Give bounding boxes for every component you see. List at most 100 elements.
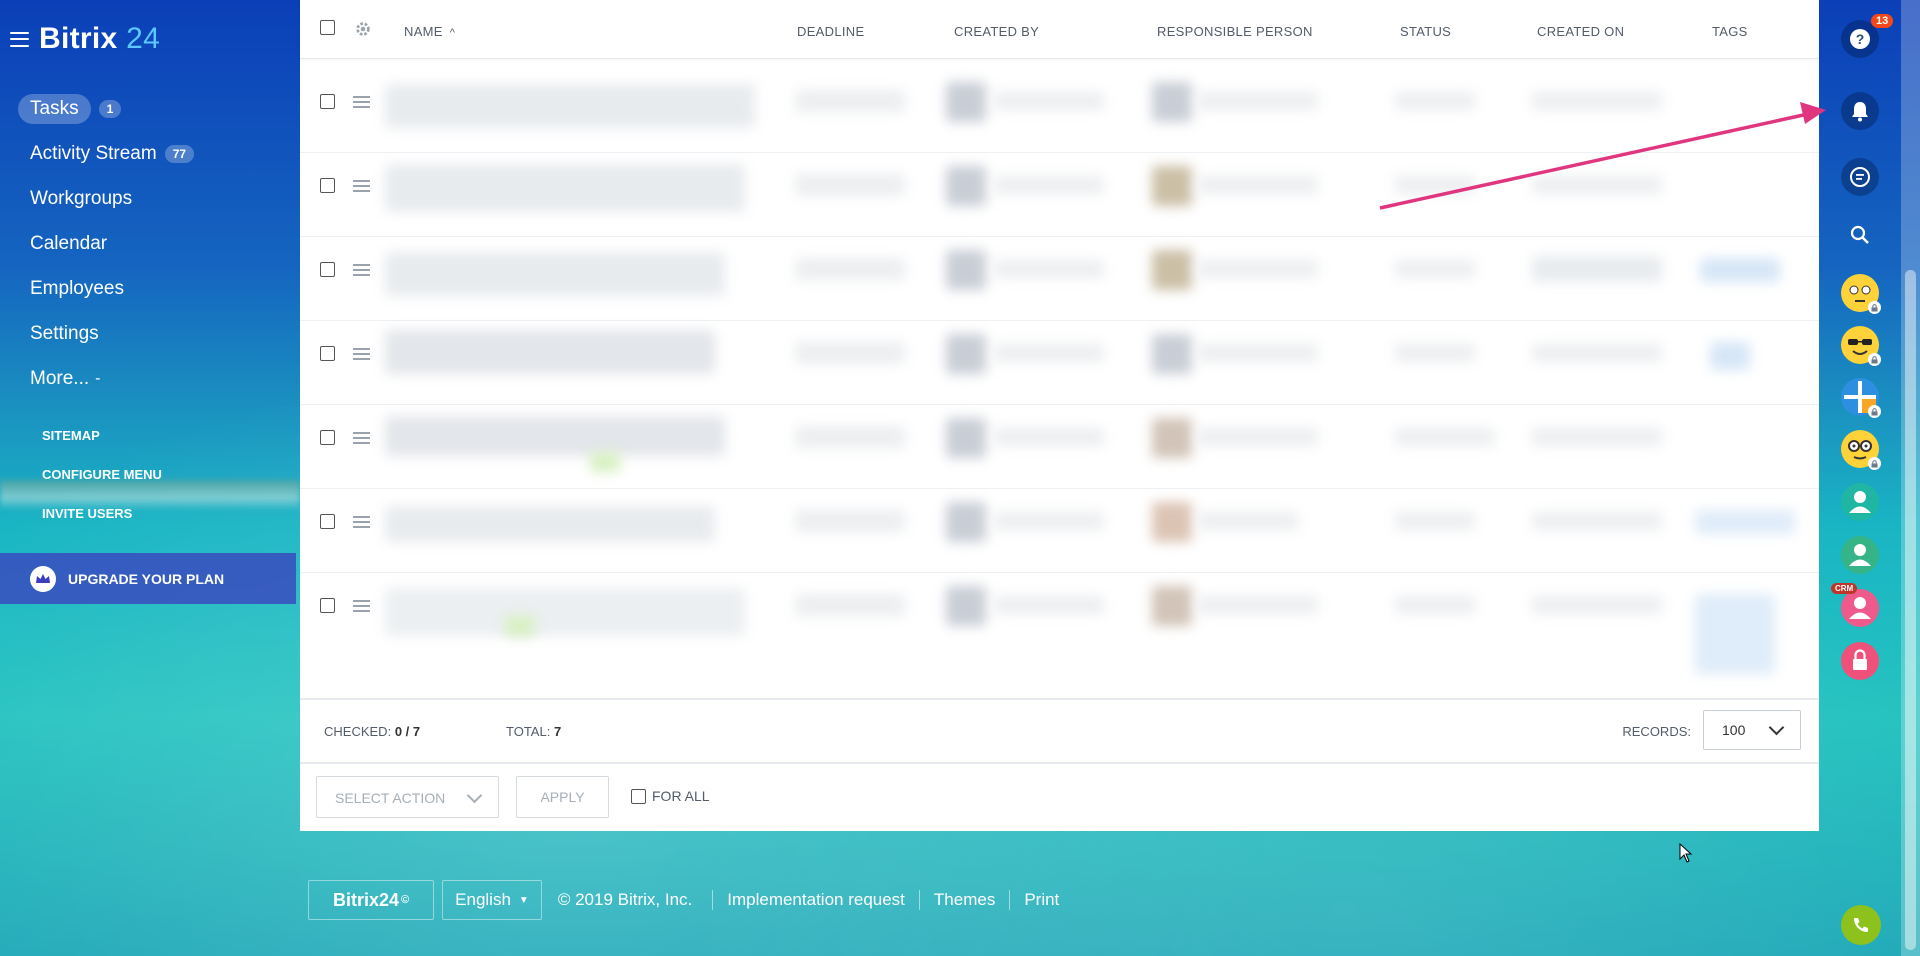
implementation-request-link[interactable]: Implementation request xyxy=(712,890,919,910)
chat-icon xyxy=(1850,167,1870,187)
lock-icon xyxy=(1853,649,1867,670)
search-button[interactable] xyxy=(1841,216,1879,254)
row-name-blurred xyxy=(385,506,715,542)
column-deadline[interactable]: DEADLINE xyxy=(797,24,864,39)
invite-users-link[interactable]: INVITE USERS xyxy=(42,506,162,545)
column-created-by[interactable]: CREATED BY xyxy=(954,24,1039,39)
row-checkbox[interactable] xyxy=(320,94,335,109)
table-row[interactable] xyxy=(300,572,1819,690)
menu-item-settings[interactable]: Settings xyxy=(30,311,194,356)
row-name-blurred xyxy=(385,252,725,296)
avatar[interactable]: CRM xyxy=(1831,583,1879,627)
themes-link[interactable]: Themes xyxy=(918,890,1009,910)
caret-down-icon: ▼ xyxy=(518,894,529,906)
logo-number: 24 xyxy=(126,22,161,55)
user-icon xyxy=(1849,491,1871,513)
drag-handle-icon[interactable] xyxy=(353,432,370,444)
print-link[interactable]: Print xyxy=(1009,890,1073,910)
row-creator-blurred xyxy=(994,596,1104,614)
messenger-button[interactable] xyxy=(1841,158,1879,196)
avatar xyxy=(1152,418,1192,458)
column-name[interactable]: NAME ^ xyxy=(404,24,455,39)
scrollbar-thumb[interactable] xyxy=(1905,270,1916,950)
column-responsible-person[interactable]: RESPONSIBLE PERSON xyxy=(1157,24,1313,39)
menu-item-tasks[interactable]: Tasks 1 xyxy=(18,86,194,131)
row-created-on-blurred xyxy=(1532,176,1662,194)
avatar[interactable] xyxy=(1841,642,1879,680)
table-row[interactable] xyxy=(300,404,1819,489)
menu-item-activity-stream[interactable]: Activity Stream 77 xyxy=(30,131,195,176)
avatar xyxy=(1152,502,1192,542)
drag-handle-icon[interactable] xyxy=(353,180,370,192)
crown-icon xyxy=(30,565,56,592)
page-scrollbar[interactable] xyxy=(1901,0,1920,956)
menu-toggle-icon[interactable] xyxy=(10,31,29,47)
drag-handle-icon[interactable] xyxy=(353,264,370,276)
sitemap-link[interactable]: SITEMAP xyxy=(42,428,162,467)
tasks-grid: NAME ^ DEADLINE CREATED BY RESPONSIBLE P… xyxy=(300,0,1819,831)
row-responsible-blurred xyxy=(1198,344,1318,362)
notification-badge: 13 xyxy=(1871,14,1894,28)
chevron-down-icon xyxy=(466,787,483,804)
logo[interactable]: Bitrix 24 xyxy=(39,22,160,56)
column-created-on[interactable]: CREATED ON xyxy=(1537,24,1624,39)
row-checkbox[interactable] xyxy=(320,262,335,277)
drag-handle-icon[interactable] xyxy=(353,516,370,528)
menu-counter: 1 xyxy=(98,99,122,118)
row-deadline-blurred xyxy=(795,426,905,448)
column-status[interactable]: STATUS xyxy=(1400,24,1451,39)
notifications-button[interactable] xyxy=(1841,92,1879,130)
avatar xyxy=(946,586,986,626)
for-all-checkbox[interactable] xyxy=(631,788,646,804)
records-per-page-select[interactable]: 100 xyxy=(1703,710,1801,750)
configure-menu-link[interactable]: CONFIGURE MENU xyxy=(42,467,162,506)
column-name-label: NAME xyxy=(404,24,443,39)
right-sidebar: ? 13 CRM xyxy=(1819,0,1901,956)
drag-handle-icon[interactable] xyxy=(353,600,370,612)
select-all-checkbox[interactable] xyxy=(320,20,335,35)
row-responsible-blurred xyxy=(1198,176,1318,194)
avatar[interactable] xyxy=(1841,326,1881,366)
table-row[interactable] xyxy=(300,320,1819,405)
language-selector[interactable]: English ▼ xyxy=(442,880,542,920)
row-status-blurred xyxy=(1395,92,1475,110)
table-row[interactable] xyxy=(300,68,1819,153)
row-checkbox[interactable] xyxy=(320,514,335,529)
total-label: TOTAL: xyxy=(506,724,551,739)
menu-item-employees[interactable]: Employees xyxy=(30,266,194,311)
row-checkbox[interactable] xyxy=(320,346,335,361)
upgrade-plan-button[interactable]: UPGRADE YOUR PLAN xyxy=(0,553,296,604)
row-creator-blurred xyxy=(994,512,1104,530)
left-menu: Bitrix 24 Tasks 1 Activity Stream 77 Wor… xyxy=(0,0,300,956)
menu-item-calendar[interactable]: Calendar xyxy=(30,221,194,266)
sort-asc-icon: ^ xyxy=(449,27,456,39)
apply-button[interactable]: APPLY xyxy=(516,776,609,818)
menu-item-workgroups[interactable]: Workgroups xyxy=(30,176,194,221)
bitrix24-button[interactable]: Bitrix24 © xyxy=(308,880,435,920)
avatar[interactable] xyxy=(1841,483,1879,521)
menu-sub-links: SITEMAP CONFIGURE MENU INVITE USERS xyxy=(42,428,162,545)
phone-button[interactable] xyxy=(1841,905,1881,945)
table-row[interactable] xyxy=(300,152,1819,237)
avatar[interactable] xyxy=(1841,536,1879,574)
checked-value: 0 / 7 xyxy=(394,724,421,739)
row-checkbox[interactable] xyxy=(320,178,335,193)
gear-icon[interactable] xyxy=(354,20,372,38)
row-name-blurred xyxy=(385,84,755,128)
select-action-dropdown[interactable]: SELECT ACTION xyxy=(316,776,499,818)
avatar[interactable] xyxy=(1841,378,1881,418)
menu-counter: 77 xyxy=(164,144,195,163)
row-checkbox[interactable] xyxy=(320,430,335,445)
table-row[interactable] xyxy=(300,488,1819,573)
row-checkbox[interactable] xyxy=(320,598,335,613)
search-icon xyxy=(1850,225,1869,244)
menu-item-more[interactable]: More... - xyxy=(30,356,194,401)
row-creator-blurred xyxy=(994,260,1104,278)
avatar[interactable] xyxy=(1841,430,1881,470)
avatar[interactable] xyxy=(1841,274,1881,314)
column-tags[interactable]: TAGS xyxy=(1712,24,1748,39)
drag-handle-icon[interactable] xyxy=(353,96,370,108)
drag-handle-icon[interactable] xyxy=(353,348,370,360)
help-button[interactable]: ? 13 xyxy=(1841,14,1894,58)
table-row[interactable] xyxy=(300,236,1819,321)
